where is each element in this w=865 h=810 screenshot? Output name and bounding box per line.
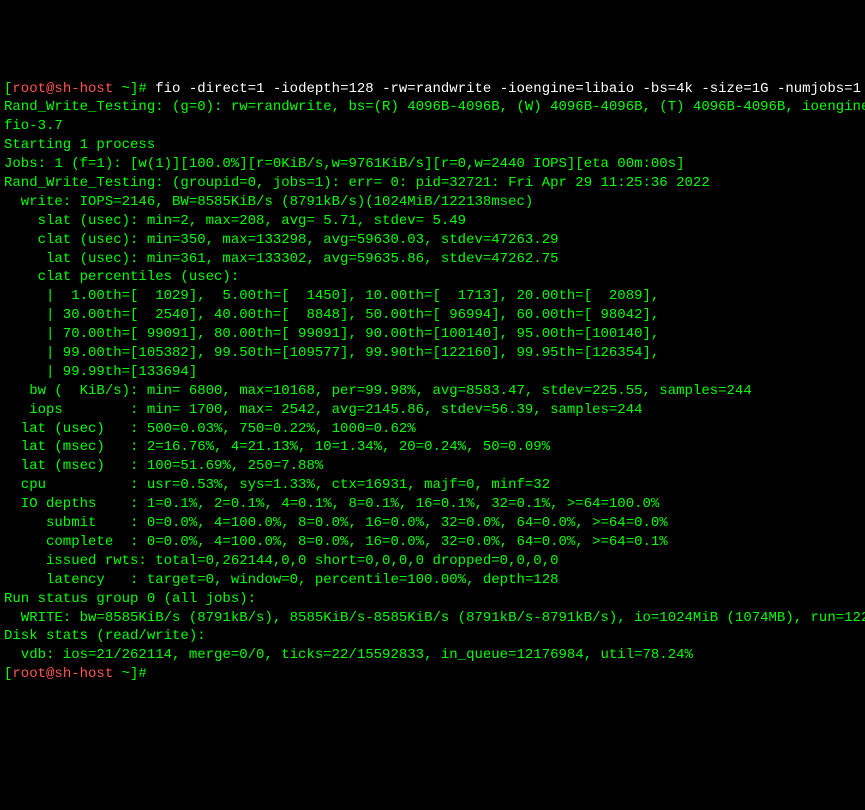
command-text: fio -direct=1 -iodepth=128 -rw=randwrite… bbox=[155, 81, 865, 97]
output-line: lat (msec) : 100=51.69%, 250=7.88% bbox=[4, 457, 861, 476]
output-line: issued rwts: total=0,262144,0,0 short=0,… bbox=[4, 552, 861, 571]
output-line: | 99.00th=[105382], 99.50th=[109577], 99… bbox=[4, 344, 861, 363]
final-prompt-close: ]# bbox=[130, 666, 147, 682]
output-line: lat (usec) : 500=0.03%, 750=0.22%, 1000=… bbox=[4, 420, 861, 439]
prompt-line: [root@sh-host ~]# fio -direct=1 -iodepth… bbox=[4, 80, 861, 99]
prompt-user-host: root@sh-host bbox=[12, 81, 121, 97]
output-line: vdb: ios=21/262114, merge=0/0, ticks=22/… bbox=[4, 646, 861, 665]
output-line: | 70.00th=[ 99091], 80.00th=[ 99091], 90… bbox=[4, 325, 861, 344]
terminal-output[interactable]: [root@sh-host ~]# fio -direct=1 -iodepth… bbox=[4, 80, 861, 685]
output-line: WRITE: bw=8585KiB/s (8791kB/s), 8585KiB/… bbox=[4, 609, 861, 628]
output-line: complete : 0=0.0%, 4=100.0%, 8=0.0%, 16=… bbox=[4, 533, 861, 552]
output-block: Rand_Write_Testing: (g=0): rw=randwrite,… bbox=[4, 98, 861, 665]
output-line: Starting 1 process bbox=[4, 136, 861, 155]
output-line: cpu : usr=0.53%, sys=1.33%, ctx=16931, m… bbox=[4, 476, 861, 495]
output-line: | 30.00th=[ 2540], 40.00th=[ 8848], 50.0… bbox=[4, 306, 861, 325]
output-line: clat (usec): min=350, max=133298, avg=59… bbox=[4, 231, 861, 250]
final-prompt-user-host: root@sh-host bbox=[12, 666, 121, 682]
output-line: Run status group 0 (all jobs): bbox=[4, 590, 861, 609]
final-prompt-tilde: ~ bbox=[122, 666, 130, 682]
output-line: lat (usec): min=361, max=133302, avg=596… bbox=[4, 250, 861, 269]
output-line: fio-3.7 bbox=[4, 117, 861, 136]
output-line: latency : target=0, window=0, percentile… bbox=[4, 571, 861, 590]
output-line: | 1.00th=[ 1029], 5.00th=[ 1450], 10.00t… bbox=[4, 287, 861, 306]
output-line: clat percentiles (usec): bbox=[4, 268, 861, 287]
output-line: Jobs: 1 (f=1): [w(1)][100.0%][r=0KiB/s,w… bbox=[4, 155, 861, 174]
prompt-tilde: ~ bbox=[122, 81, 130, 97]
output-line: IO depths : 1=0.1%, 2=0.1%, 4=0.1%, 8=0.… bbox=[4, 495, 861, 514]
output-line: Rand_Write_Testing: (groupid=0, jobs=1):… bbox=[4, 174, 861, 193]
output-line: | 99.99th=[133694] bbox=[4, 363, 861, 382]
output-line: slat (usec): min=2, max=208, avg= 5.71, … bbox=[4, 212, 861, 231]
output-line: bw ( KiB/s): min= 6800, max=10168, per=9… bbox=[4, 382, 861, 401]
output-line: write: IOPS=2146, BW=8585KiB/s (8791kB/s… bbox=[4, 193, 861, 212]
output-line: Rand_Write_Testing: (g=0): rw=randwrite,… bbox=[4, 98, 861, 117]
output-line: iops : min= 1700, max= 2542, avg=2145.86… bbox=[4, 401, 861, 420]
output-line: submit : 0=0.0%, 4=100.0%, 8=0.0%, 16=0.… bbox=[4, 514, 861, 533]
prompt-close: ]# bbox=[130, 81, 147, 97]
output-line: lat (msec) : 2=16.76%, 4=21.13%, 10=1.34… bbox=[4, 438, 861, 457]
final-prompt-line: [root@sh-host ~]# bbox=[4, 665, 861, 684]
cursor[interactable] bbox=[147, 666, 155, 682]
output-line: Disk stats (read/write): bbox=[4, 627, 861, 646]
